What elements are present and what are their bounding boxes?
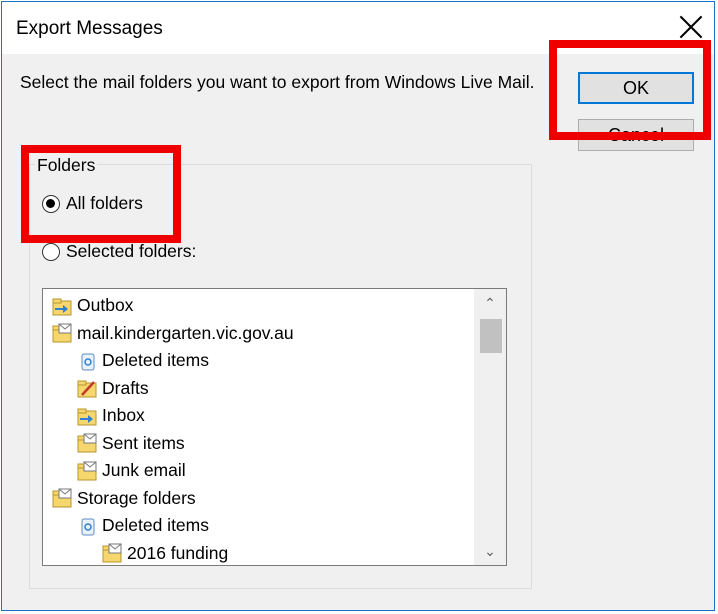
mail-account-icon (51, 322, 73, 344)
folder-tree-item-label: Junk email (102, 460, 186, 480)
scroll-thumb[interactable] (480, 319, 502, 353)
folders-group-label: Folders (35, 155, 98, 176)
folder-tree-item-label: 2016 funding (127, 542, 229, 563)
folder-tree-item[interactable]: Junk email (76, 457, 186, 484)
junk-folder-icon (76, 460, 98, 482)
folder-tree-item[interactable]: Drafts (76, 375, 149, 402)
scroll-down-icon[interactable]: ⌄ (474, 539, 506, 563)
all-folders-radio[interactable] (42, 194, 60, 213)
cancel-button[interactable]: Cancel (578, 119, 694, 151)
folder-tree-item-label: mail.kindergarten.vic.gov.au (77, 322, 294, 343)
folder-tree-item[interactable]: Deleted items (76, 347, 209, 374)
inbox-folder-icon (76, 405, 98, 427)
folder-tree-item[interactable]: Inbox (76, 402, 145, 429)
instruction-text: Select the mail folders you want to expo… (20, 72, 535, 92)
dialog-title: Export Messages (16, 18, 163, 39)
folder-tree-item[interactable]: Sent items (76, 430, 185, 457)
recycle-folder-icon (76, 350, 98, 372)
folder-tree-item-label: Sent items (102, 432, 185, 453)
sent-folder-icon (76, 432, 98, 454)
title-bar: Export Messages (2, 2, 714, 54)
storage-folder-icon (51, 487, 73, 509)
all-folders-option[interactable]: All folders (42, 193, 143, 214)
vertical-scrollbar[interactable]: ⌃ ⌄ (474, 289, 506, 565)
folder-tree-item[interactable]: Outbox (51, 292, 133, 319)
folder-tree-item-label: Deleted items (102, 350, 209, 370)
folder-tree-list[interactable]: Outbox mail.kindergarten.vic.gov.au Delete… (42, 288, 507, 566)
folder-tree-item-label: Outbox (77, 295, 134, 315)
selected-folders-radio[interactable] (42, 242, 60, 261)
close-icon[interactable] (678, 14, 704, 40)
ok-button[interactable]: OK (578, 72, 694, 104)
folder-tree-item[interactable]: 2016 funding (101, 540, 229, 566)
outbox-folder-icon (51, 295, 73, 317)
selected-folders-option[interactable]: Selected folders: (42, 241, 196, 262)
folder-tree-item-label: Inbox (102, 405, 145, 425)
selected-folders-label: Selected folders: (66, 241, 197, 261)
folder-tree-item-label: Deleted items (102, 515, 209, 535)
folder-tree-item[interactable]: Deleted items (76, 512, 209, 539)
mail-folder-icon (101, 542, 123, 564)
scroll-up-icon[interactable]: ⌃ (474, 291, 506, 315)
recycle-folder-icon (76, 515, 98, 537)
folder-tree-item-label: Storage folders (77, 487, 196, 508)
folder-tree-item[interactable]: mail.kindergarten.vic.gov.au (51, 320, 294, 347)
folder-tree-item-label: Drafts (102, 377, 149, 398)
drafts-folder-icon (76, 377, 98, 399)
folder-tree-item[interactable]: Storage folders (51, 485, 196, 512)
all-folders-label: All folders (66, 193, 143, 213)
